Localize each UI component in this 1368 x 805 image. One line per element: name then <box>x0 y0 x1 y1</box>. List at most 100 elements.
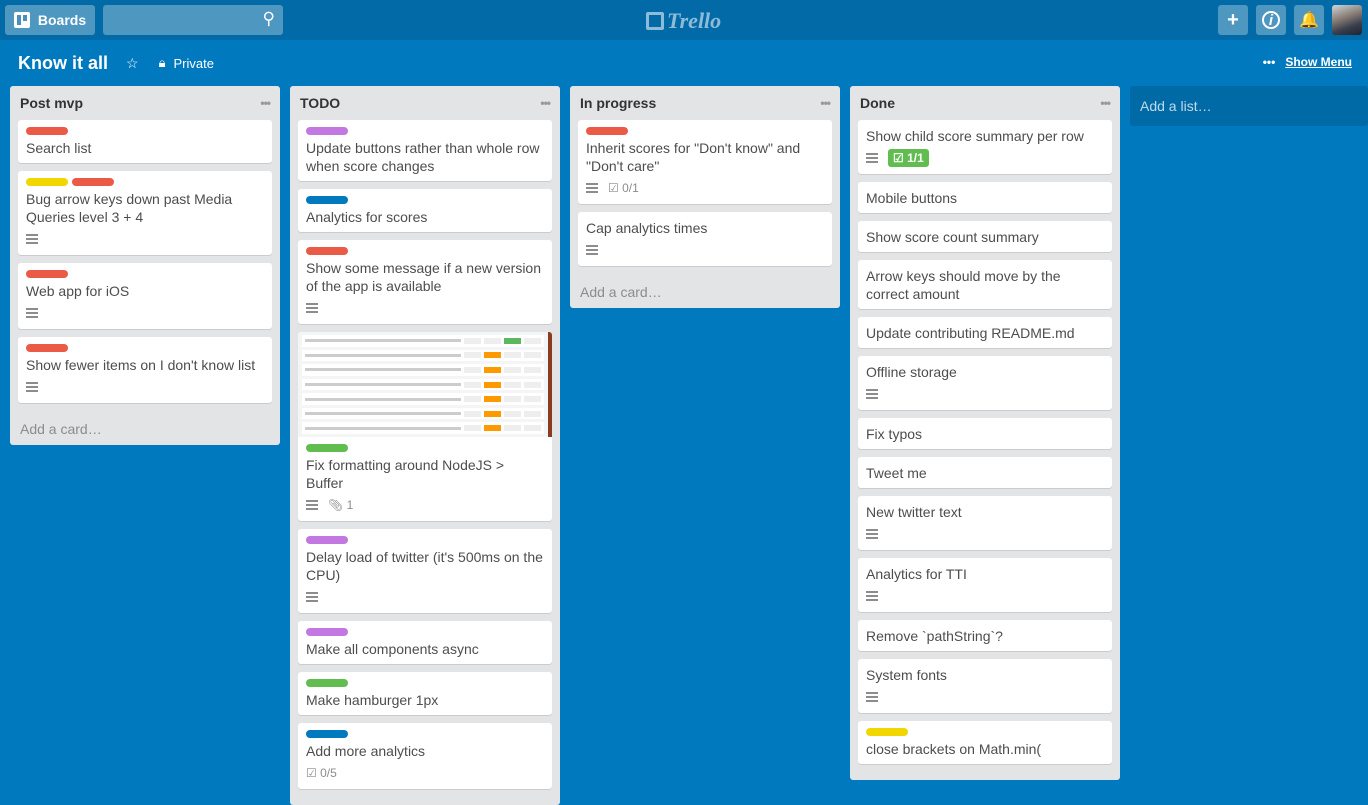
card[interactable]: Search list <box>18 120 272 163</box>
card[interactable]: Bug arrow keys down past Media Queries l… <box>18 171 272 255</box>
label-green[interactable] <box>306 679 348 687</box>
card[interactable]: New twitter text <box>858 496 1112 550</box>
card-badges: 📎︎ 1 <box>306 495 544 515</box>
card-body: Update contributing README.md <box>858 317 1112 348</box>
label-yellow[interactable] <box>866 728 908 736</box>
lists-container: Post mvp ••• Search list Bug arrow keys dow… <box>10 86 1368 805</box>
card[interactable]: Arrow keys should move by the correct am… <box>858 260 1112 309</box>
show-menu-button[interactable]: ••• Show Menu <box>1263 55 1352 69</box>
notifications-button[interactable]: 🔔 <box>1294 5 1324 35</box>
label-red[interactable] <box>26 344 68 352</box>
card[interactable]: Update buttons rather than whole row whe… <box>298 120 552 181</box>
card-badges <box>866 586 1104 606</box>
card-labels <box>306 628 544 636</box>
label-blue[interactable] <box>306 196 348 204</box>
card[interactable]: Cap analytics times <box>578 212 832 266</box>
star-icon[interactable]: ☆ <box>126 55 139 72</box>
card-badges <box>306 587 544 607</box>
list-menu-icon[interactable]: ••• <box>1100 96 1111 110</box>
add-card-button[interactable]: Add a card… <box>578 274 832 300</box>
list-title[interactable]: TODO <box>300 95 340 111</box>
add-button[interactable]: + <box>1218 5 1248 35</box>
card[interactable]: Fix typos <box>858 418 1112 449</box>
boards-label: Boards <box>37 12 87 28</box>
card-title: Offline storage <box>866 364 957 380</box>
card-badges <box>866 524 1104 544</box>
card[interactable]: Delay load of twitter (it's 500ms on the… <box>298 529 552 613</box>
card-title: Update contributing README.md <box>866 325 1075 341</box>
card[interactable]: Tweet me <box>858 457 1112 488</box>
card-badges <box>306 298 544 318</box>
list-menu-icon[interactable]: ••• <box>260 96 271 110</box>
card[interactable]: Inherit scores for "Don't know" and "Don… <box>578 120 832 204</box>
list-title[interactable]: Done <box>860 95 895 111</box>
card-body: Make all components async <box>298 621 552 664</box>
card[interactable]: close brackets on Math.min( <box>858 721 1112 764</box>
card-body: Arrow keys should move by the correct am… <box>858 260 1112 309</box>
label-purple[interactable] <box>306 536 348 544</box>
checklist-badge: ☑ 0/5 <box>306 766 337 780</box>
card-badges <box>26 229 264 249</box>
card-body: New twitter text <box>858 496 1112 550</box>
card-labels <box>26 127 264 135</box>
card-title: Cap analytics times <box>586 220 708 236</box>
add-list-button[interactable]: Add a list… <box>1130 86 1368 126</box>
list: TODO ••• Update buttons rather than whole … <box>290 86 560 805</box>
card-body: Analytics for scores <box>298 189 552 232</box>
card[interactable]: Remove `pathString`? <box>858 620 1112 651</box>
card[interactable]: Analytics for TTI <box>858 558 1112 612</box>
attachment-badge: 📎︎ 1 <box>328 498 353 512</box>
card[interactable]: Fix formatting around NodeJS > Buffer 📎︎ … <box>298 332 552 521</box>
add-card-button[interactable]: Add a card… <box>18 411 272 437</box>
card-body: Analytics for TTI <box>858 558 1112 612</box>
card[interactable]: Show score count summary <box>858 221 1112 252</box>
list-header: TODO ••• <box>298 86 552 120</box>
search-icon[interactable]: ⚲ <box>263 9 275 29</box>
list-title[interactable]: Post mvp <box>20 95 83 111</box>
card-badges: ☑ 0/5 <box>306 763 544 783</box>
search-input[interactable]: ⚲ <box>103 5 283 35</box>
card-body: Fix typos <box>858 418 1112 449</box>
label-purple[interactable] <box>306 628 348 636</box>
list-title[interactable]: In progress <box>580 95 656 111</box>
card-title: Bug arrow keys down past Media Queries l… <box>26 191 233 225</box>
card-badges <box>586 240 824 260</box>
list-menu-icon[interactable]: ••• <box>820 96 831 110</box>
card-title: Make hamburger 1px <box>306 692 439 708</box>
card[interactable]: Web app for iOS <box>18 263 272 329</box>
card[interactable]: Make hamburger 1px <box>298 672 552 715</box>
board-title[interactable]: Know it all <box>18 53 108 74</box>
avatar[interactable] <box>1332 5 1362 35</box>
description-icon <box>306 500 318 510</box>
card[interactable]: Make all components async <box>298 621 552 664</box>
label-red[interactable] <box>26 127 68 135</box>
info-button[interactable]: i <box>1256 5 1286 35</box>
label-purple[interactable] <box>306 127 348 135</box>
card[interactable]: Update contributing README.md <box>858 317 1112 348</box>
card[interactable]: Offline storage <box>858 356 1112 410</box>
card-body: Tweet me <box>858 457 1112 488</box>
card[interactable]: Mobile buttons <box>858 182 1112 213</box>
label-red[interactable] <box>586 127 628 135</box>
bell-icon: 🔔 <box>1299 12 1319 29</box>
card-title: Show child score summary per row <box>866 128 1084 144</box>
list-menu-icon[interactable]: ••• <box>540 96 551 110</box>
label-red[interactable] <box>26 270 68 278</box>
label-blue[interactable] <box>306 730 348 738</box>
label-green[interactable] <box>306 444 348 452</box>
card[interactable]: Show fewer items on I don't know list <box>18 337 272 403</box>
card[interactable]: Add more analytics ☑ 0/5 <box>298 723 552 789</box>
label-red[interactable] <box>72 178 114 186</box>
card-title: Search list <box>26 140 92 156</box>
label-yellow[interactable] <box>26 178 68 186</box>
trello-logo[interactable]: Trello <box>646 8 721 34</box>
card-labels <box>306 127 544 135</box>
boards-button[interactable]: Boards <box>5 5 95 35</box>
card[interactable]: Show some message if a new version of th… <box>298 240 552 324</box>
card[interactable]: System fonts <box>858 659 1112 713</box>
card[interactable]: Analytics for scores <box>298 189 552 232</box>
card[interactable]: Show child score summary per row ☑ 1/1 <box>858 120 1112 174</box>
visibility-button[interactable]: 🔒︎ Private <box>159 55 214 71</box>
card-title: Add more analytics <box>306 743 426 759</box>
label-red[interactable] <box>306 247 348 255</box>
